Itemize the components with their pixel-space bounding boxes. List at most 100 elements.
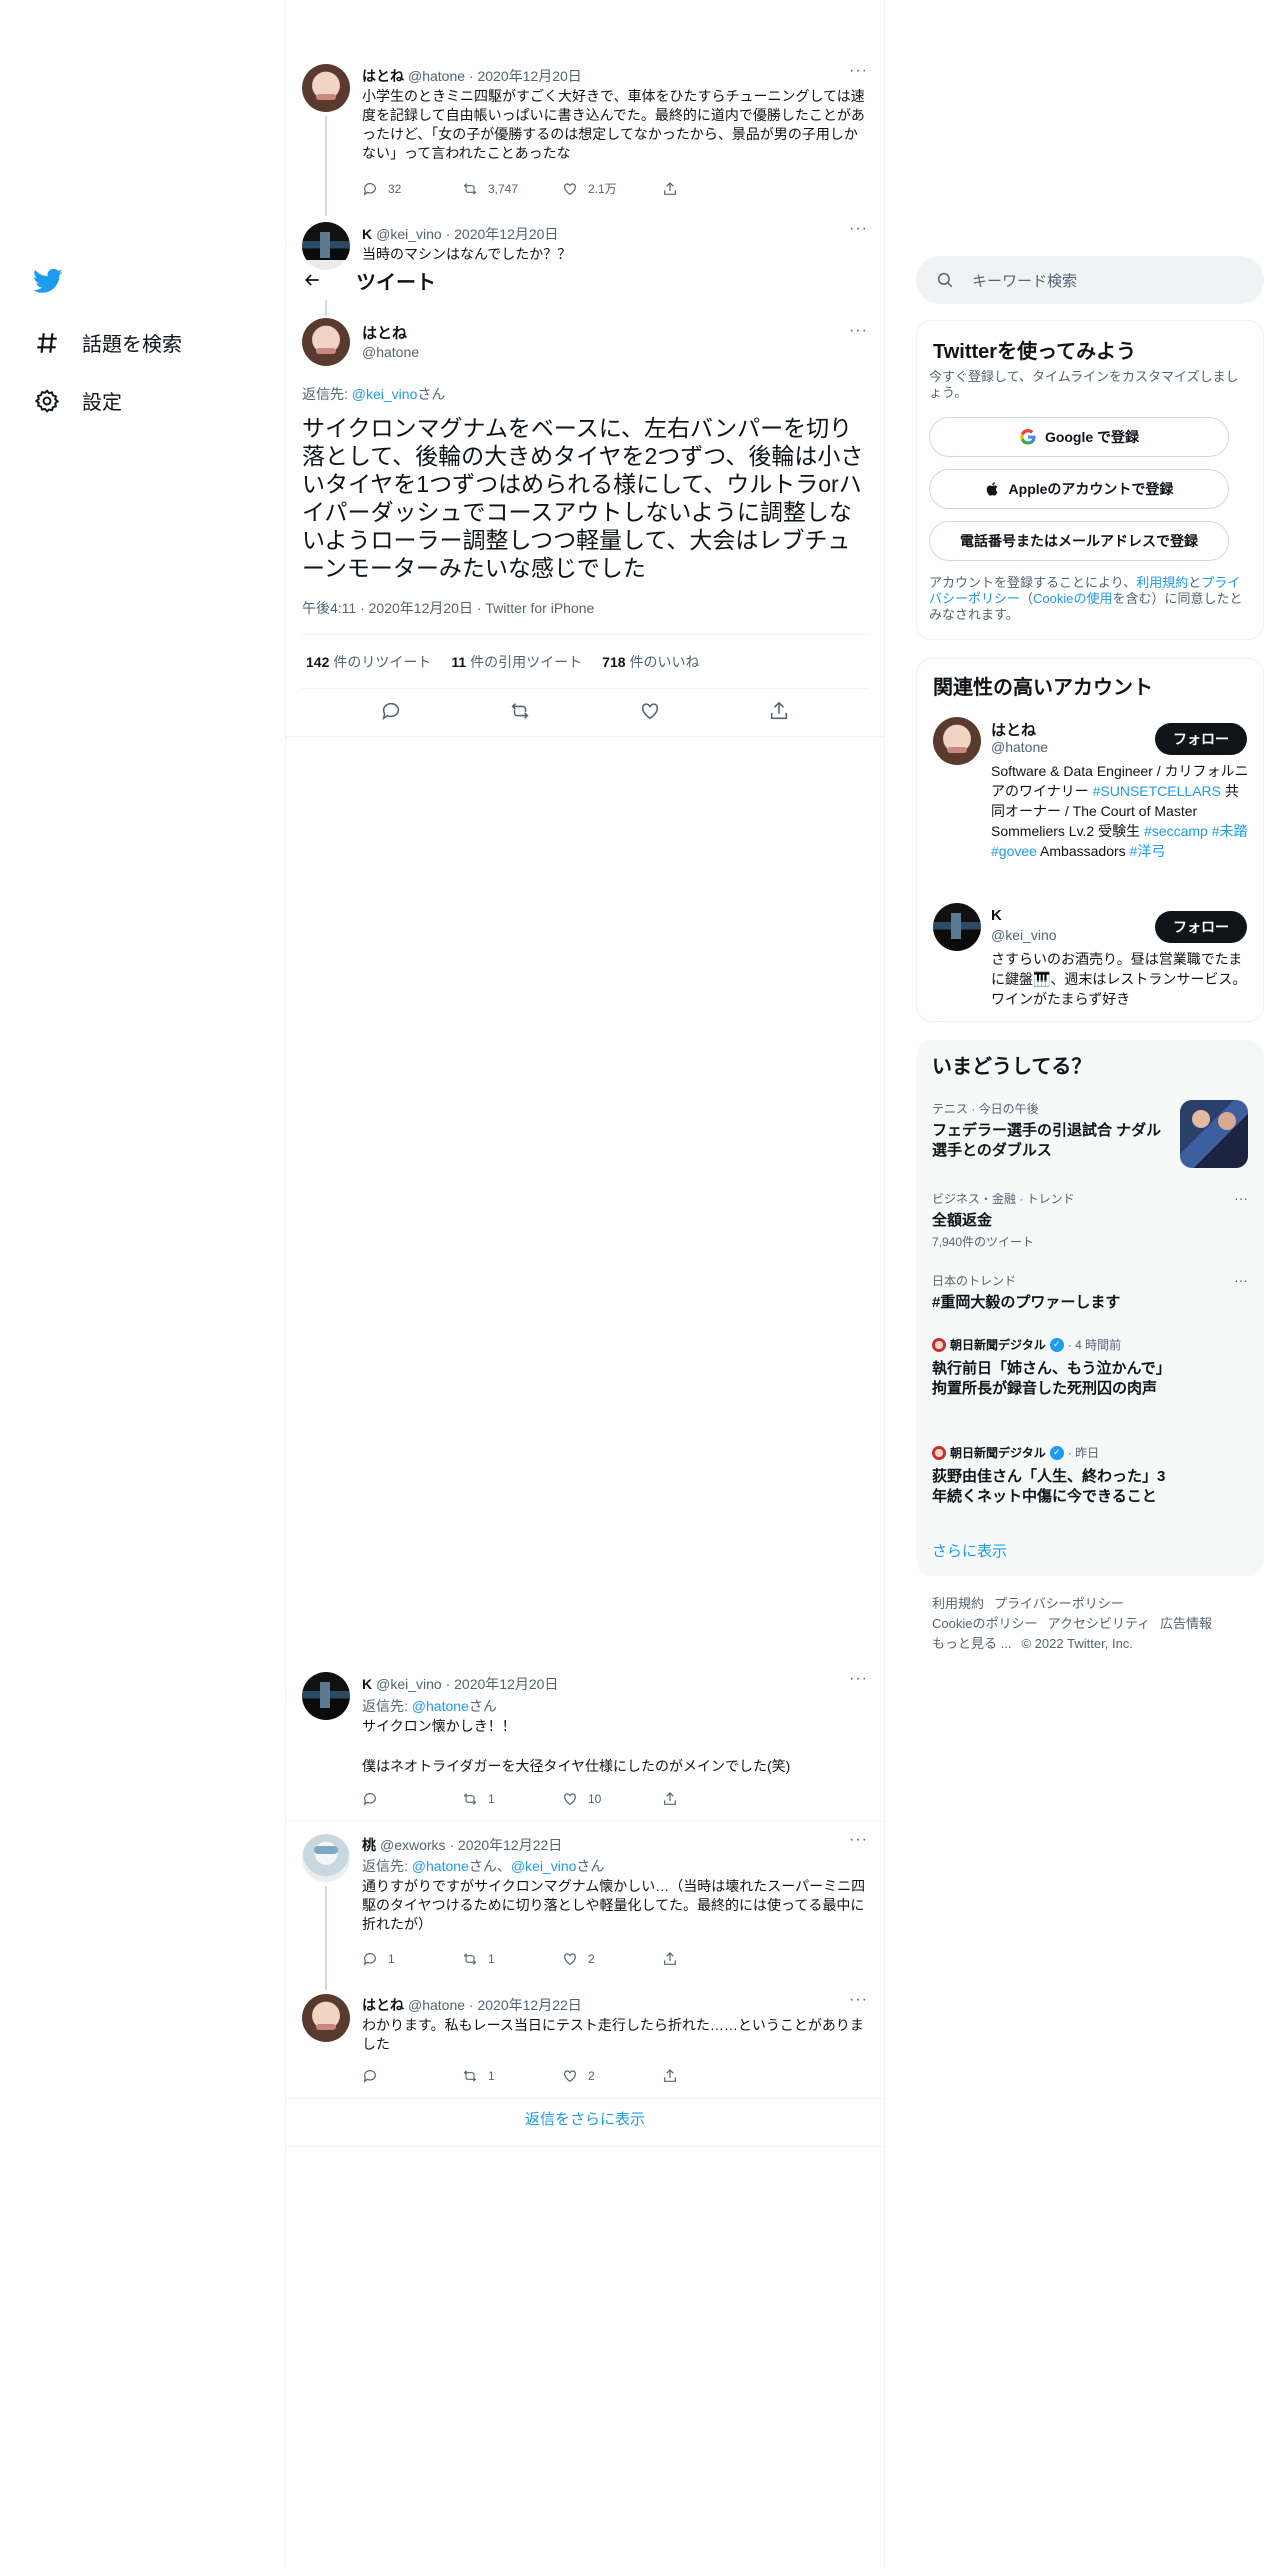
thread-line (325, 300, 327, 316)
share-icon[interactable] (768, 700, 790, 722)
legal-text: アカウントを登録することにより、 (929, 575, 1137, 590)
like-button[interactable]: 2 (562, 1951, 662, 1967)
hashtag-link[interactable]: #未踏 (1212, 823, 1248, 839)
likes-stat[interactable]: 718 件のいいね (602, 652, 699, 672)
avatar[interactable] (933, 903, 981, 951)
nav-settings[interactable]: 設定 (34, 386, 122, 415)
source-avatar (932, 1445, 946, 1460)
apple-signup-button[interactable]: Appleのアカウントで登録 (929, 469, 1229, 509)
trend-item[interactable]: テニス · 今日の午後 フェデラー選手の引退試合 ナダル選手とのダブルス (932, 1100, 1248, 1170)
hashtag-link[interactable]: #洋弓 (1130, 843, 1166, 859)
more-dots-icon[interactable]: ··· (849, 1831, 868, 1849)
tweet-text-line: サイクロン懐かしき！！ (362, 1718, 516, 1734)
reply-to-link[interactable]: @kei_vino (352, 386, 418, 402)
search-box[interactable]: キーワード検索 (916, 256, 1264, 304)
like-button[interactable]: 10 (562, 1791, 662, 1807)
divider (286, 2146, 884, 2147)
left-navigation: 話題を検索 設定 (0, 0, 285, 2568)
news-item[interactable]: 朝日新聞デジタル ✓ · 4 時間前 執行前日「姉さん、もう泣かんで」 拘置所長… (932, 1336, 1248, 1399)
more-dots-icon[interactable]: ··· (849, 1670, 868, 1688)
author-name[interactable]: 桃 (362, 1837, 376, 1853)
account-name[interactable]: はとね (991, 719, 1036, 740)
hashtag-link[interactable]: #SUNSETCELLARS (1093, 783, 1221, 799)
footer-accessibility-link[interactable]: アクセシビリティ (1047, 1616, 1150, 1631)
retweet-button[interactable]: 1 (462, 1791, 562, 1807)
trends-title: いまどうしてる？ (932, 1056, 1092, 1078)
reply-to-link[interactable]: @kei_vino (511, 1858, 577, 1874)
more-dots-icon[interactable]: ··· (849, 1991, 868, 2009)
footer-ads-link[interactable]: 広告情報 (1160, 1616, 1212, 1631)
footer-privacy-link[interactable]: プライバシーポリシー (994, 1596, 1124, 1611)
twitter-bird-icon[interactable] (32, 266, 64, 296)
footer-cookie-link[interactable]: Cookieのポリシー (932, 1616, 1037, 1631)
more-dots-icon[interactable]: ··· (849, 62, 868, 80)
hashtag-link[interactable]: #seccamp (1144, 823, 1208, 839)
google-icon (1020, 429, 1036, 445)
avatar[interactable] (302, 64, 350, 112)
more-dots-icon[interactable]: ··· (1234, 1272, 1248, 1288)
reply-icon[interactable] (380, 700, 402, 722)
divider (286, 736, 884, 737)
author-name[interactable]: K (362, 1676, 372, 1692)
hashtag-link[interactable]: #govee (991, 843, 1037, 859)
avatar[interactable] (302, 1672, 350, 1720)
account-handle[interactable]: @hatone (991, 739, 1048, 755)
tweet-text: わかります。私もレース当日にテスト走行したら折れた……ということがありました (362, 2017, 864, 2052)
retweet-count: 1 (488, 2069, 495, 2083)
reply-button[interactable]: 1 (362, 1951, 462, 1967)
reply-button[interactable]: 32 (362, 180, 462, 197)
like-button[interactable]: 2 (562, 2068, 662, 2084)
follow-button[interactable]: フォロー (1155, 911, 1247, 943)
search-input[interactable]: キーワード検索 (972, 270, 1077, 291)
quotes-stat[interactable]: 11 件の引用ツイート (451, 652, 582, 672)
google-signup-button[interactable]: Google で登録 (929, 417, 1229, 457)
show-more-replies-link[interactable]: 返信をさらに表示 (286, 2108, 884, 2129)
author-name[interactable]: はとね (362, 68, 404, 84)
phone-email-signup-button[interactable]: 電話番号またはメールアドレスで登録 (929, 521, 1229, 561)
trend-item[interactable]: ビジネス・金融 · トレンド 全額返金 7,940件のツイート ··· (932, 1190, 1248, 1250)
author-name[interactable]: はとね (362, 322, 407, 343)
terms-link[interactable]: 利用規約 (1136, 575, 1188, 590)
retweet-icon[interactable] (509, 700, 531, 722)
reply-button[interactable] (362, 1791, 462, 1807)
more-dots-icon[interactable]: ··· (1234, 1190, 1248, 1206)
news-title: 執行前日「姉さん、もう泣かんで」 拘置所長が録音した死刑囚の肉声 (932, 1360, 1179, 1397)
tweet-timestamp[interactable]: 午後4:11 · 2020年12月20日 · Twitter for iPhon… (302, 598, 594, 618)
retweet-button[interactable]: 3,747 (462, 180, 562, 197)
avatar[interactable] (302, 1994, 350, 2042)
news-item[interactable]: 朝日新聞デジタル ✓ · 昨日 荻野由佳さん「人生、終わった」3年続くネット中傷… (932, 1444, 1248, 1507)
avatar[interactable] (302, 1834, 350, 1882)
author-name[interactable]: はとね (362, 1997, 404, 2013)
footer-terms-link[interactable]: 利用規約 (932, 1596, 984, 1611)
author-handle[interactable]: @hatone (362, 344, 419, 360)
news-source: 朝日新聞デジタル ✓ · 4 時間前 (932, 1336, 1248, 1353)
account-name[interactable]: K (991, 907, 1002, 924)
retweets-stat[interactable]: 142 件のリツイート (306, 652, 431, 672)
more-dots-icon[interactable]: ··· (849, 220, 868, 238)
reply-button[interactable] (362, 2068, 462, 2084)
share-button[interactable] (662, 1951, 762, 1967)
retweet-button[interactable]: 1 (462, 1951, 562, 1967)
share-button[interactable] (662, 180, 762, 197)
more-dots-icon[interactable]: ··· (849, 322, 868, 340)
trends-show-more[interactable]: さらに表示 (932, 1540, 1007, 1561)
share-button[interactable] (662, 1791, 762, 1807)
like-button[interactable]: 2.1万 (562, 180, 662, 197)
author-name[interactable]: K (362, 226, 372, 242)
nav-explore[interactable]: 話題を検索 (34, 328, 182, 357)
avatar[interactable] (933, 717, 981, 765)
follow-button[interactable]: フォロー (1155, 723, 1247, 755)
divider (302, 634, 870, 635)
reply-to-link[interactable]: @hatone (412, 1698, 469, 1714)
back-arrow-icon[interactable] (302, 270, 322, 290)
reply-to-link[interactable]: @hatone (412, 1858, 469, 1874)
cookie-link[interactable]: Cookieの使用 (1033, 591, 1112, 606)
retweet-button[interactable]: 1 (462, 2068, 562, 2084)
like-icon[interactable] (639, 700, 661, 722)
account-handle[interactable]: @kei_vino (991, 927, 1057, 943)
share-button[interactable] (662, 2068, 762, 2084)
footer-more-link[interactable]: もっと見る ... (932, 1636, 1011, 1651)
avatar[interactable] (302, 318, 350, 366)
trend-item[interactable]: 日本のトレンド #重岡大毅のプワァーします ··· (932, 1272, 1248, 1313)
signup-title: Twitterを使ってみよう (933, 341, 1137, 363)
